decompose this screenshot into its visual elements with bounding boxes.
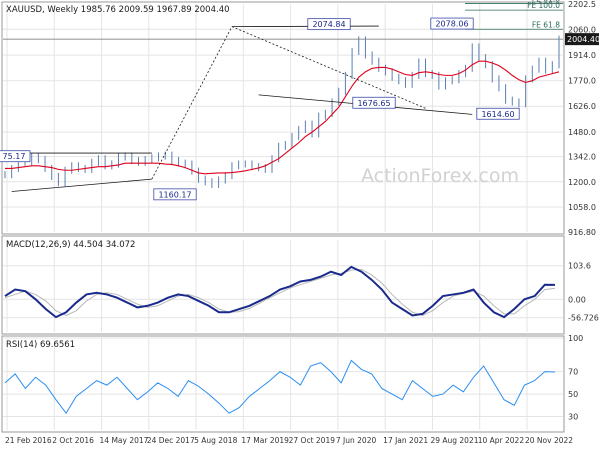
fib-level-label: FE 100.0 [527,1,560,10]
price-annotation-label: 1676.65 [357,99,390,108]
price-y-tick-label: 1342.0 [568,153,596,162]
price-annotation-label: 2078.06 [435,20,468,29]
rsi-y-tick-label: 30 [568,413,578,422]
rsi-title: RSI(14) 69.6561 [6,340,75,350]
x-tick-label: 7 Jun 2020 [336,436,377,445]
price-title: XAUUSD, Weekly 1985.76 2009.59 1967.89 2… [6,5,230,15]
price-annotation-label: 1614.60 [481,110,514,119]
fib-level-label: FE 61.8 [532,20,560,29]
x-tick-label: 17 Mar 2019 [241,436,289,445]
price-y-tick-label: 1200.0 [568,178,596,187]
trendline [231,25,379,28]
price-y-tick-label: 2060.0 [568,25,596,34]
macd-y-tick-label: -56.726 [568,314,599,323]
watermark: ActionForex.com [361,165,519,187]
x-tick-label: 24 Dec 2017 [147,436,195,445]
price-annotation-label: 2074.84 [312,20,345,29]
macd-y-tick-label: 0.00 [568,295,586,304]
price-y-tick-label: 1058.0 [568,203,596,212]
x-tick-label: 5 Aug 2018 [194,436,237,445]
rsi-y-tick-label: 100 [568,334,583,343]
macd-title: MACD(12,26,9) 44.504 34.072 [6,240,135,250]
x-tick-label: 17 Jan 2021 [383,436,428,445]
x-tick-label: 10 Apr 2022 [478,436,525,445]
chart-root: ActionForex.com FE 61.8FE 100.0FE 61.8 2… [0,0,600,450]
watermark-layer: ActionForex.com [361,165,519,187]
x-tick-label: 2 Oct 2016 [52,436,94,445]
price-y-tick-label: 2202.5 [568,0,596,9]
price-annotation-label: 1160.17 [158,190,191,199]
price-annotation-label: 75.17 [3,152,26,161]
price-y-tick-label: 1480.0 [568,128,596,137]
price-y-tick-label: 1770.0 [568,77,596,86]
x-tick-label: 29 Aug 2021 [430,436,478,445]
chart-background [0,0,600,450]
rsi-y-tick-label: 50 [568,390,578,399]
rsi-y-tick-label: 70 [568,368,578,377]
x-tick-label: 21 Feb 2016 [5,436,52,445]
price-y-tick-label: 1914.0 [568,51,596,60]
macd-y-tick-label: 103.6 [568,262,591,271]
x-tick-label: 27 Oct 2019 [289,436,336,445]
chart: ActionForex.com FE 61.8FE 100.0FE 61.8 2… [0,0,600,450]
x-tick-label: 14 May 2017 [100,436,149,445]
current-price-label: 2004.40 [567,35,600,44]
price-y-tick-label: 1626.0 [568,102,596,111]
x-tick-label: 20 Nov 2022 [525,436,573,445]
price-y-tick-label: 916.80 [568,228,596,237]
